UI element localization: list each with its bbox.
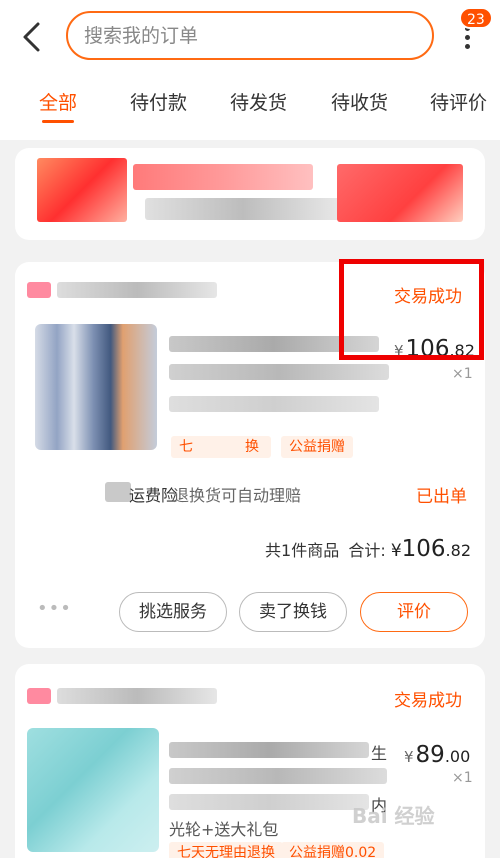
insurance-description: 退换货可自动理赔 xyxy=(173,486,302,505)
item-price: ¥89.00 xyxy=(404,742,471,768)
top-bar: 23 全部 待付款 待发货 待收货 待评价 xyxy=(0,0,500,140)
select-service-button[interactable]: 挑选服务 xyxy=(119,592,227,632)
tab-pending-receipt[interactable]: 待收货 xyxy=(331,88,388,115)
order-tabs: 全部 待付款 待发货 待收货 待评价 xyxy=(0,84,500,124)
item-quantity: ×1 xyxy=(452,770,473,786)
item-quantity: ×1 xyxy=(452,366,473,382)
product-title-blur xyxy=(169,768,387,784)
tab-pending-review[interactable]: 待评价 xyxy=(430,88,487,115)
shop-name-blur xyxy=(57,688,217,704)
charity-tag: 公益捐赠0.02 xyxy=(281,842,385,858)
active-tab-indicator xyxy=(42,120,74,123)
search-box[interactable] xyxy=(66,11,434,60)
service-tag: 七天无理由退换 xyxy=(169,842,283,858)
tab-pending-shipment[interactable]: 待发货 xyxy=(230,88,287,115)
service-tag: 七换 xyxy=(171,436,271,458)
tab-all[interactable]: 全部 xyxy=(39,88,77,115)
review-button[interactable]: 评价 xyxy=(360,592,468,632)
shop-icon-blur xyxy=(27,282,51,298)
promo-side-blur xyxy=(337,164,463,222)
promo-banner[interactable] xyxy=(15,148,485,240)
chevron-left-icon[interactable] xyxy=(18,20,48,54)
shop-icon-blur xyxy=(27,688,51,704)
product-thumbnail[interactable] xyxy=(35,324,157,450)
promo-text-blur xyxy=(145,198,340,220)
order-summary: 共1件商品 合计: ¥106.82 xyxy=(265,536,471,562)
promo-image-blur xyxy=(37,158,127,222)
promo-title-blur xyxy=(133,164,313,190)
insurance-status: 已出单 xyxy=(416,487,467,507)
search-input[interactable] xyxy=(84,13,414,58)
product-thumbnail[interactable] xyxy=(27,728,159,852)
shop-name-blur xyxy=(57,282,217,298)
more-actions-icon[interactable]: ••• xyxy=(37,598,72,619)
notification-badge: 23 xyxy=(459,7,493,29)
product-spec-blur xyxy=(169,794,369,810)
sell-exchange-button[interactable]: 卖了换钱 xyxy=(239,592,347,632)
insurance-label: 运费险 xyxy=(129,486,178,505)
baidu-watermark: Bai 经验 xyxy=(352,804,435,828)
product-spec-blur xyxy=(169,396,379,412)
order-status: 交易成功 xyxy=(394,691,462,711)
tab-pending-payment[interactable]: 待付款 xyxy=(130,88,187,115)
product-title-blur xyxy=(169,742,369,758)
charity-tag: 公益捐赠 xyxy=(281,436,353,458)
highlight-box xyxy=(339,259,484,360)
product-title-fragment: 生 xyxy=(371,744,388,763)
insurance-label-blur xyxy=(105,482,131,502)
product-subtitle: 光轮+送大礼包 xyxy=(169,820,279,839)
product-title-blur xyxy=(169,364,389,380)
